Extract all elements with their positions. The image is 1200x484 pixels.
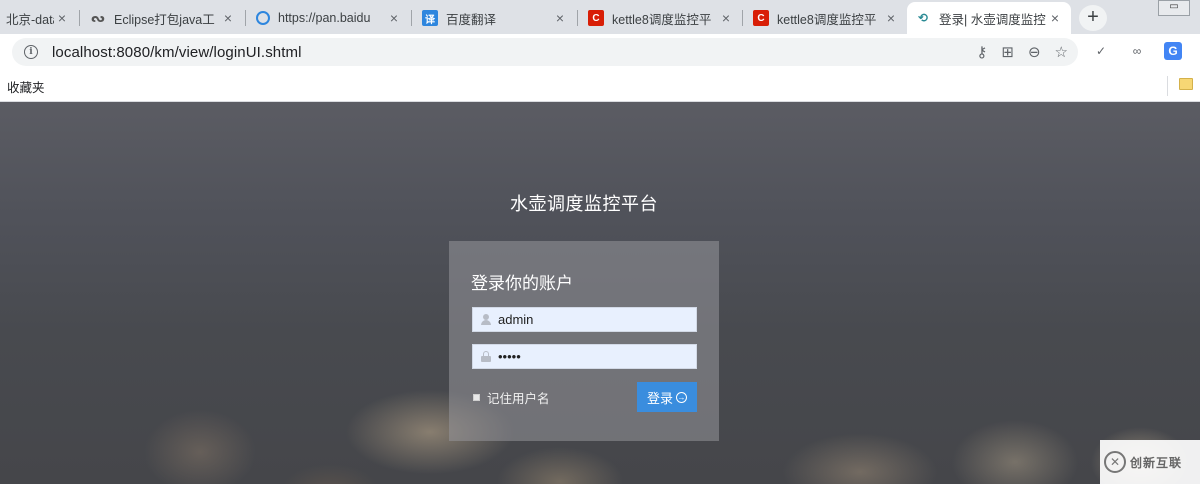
tab-4[interactable]: 译 百度翻译 × (414, 2, 576, 34)
tab-title: kettle8调度监控平 (777, 12, 877, 27)
close-icon[interactable]: × (552, 10, 568, 26)
remember-checkbox[interactable] (473, 394, 480, 401)
page-title: 水壶调度监控平台 (510, 194, 658, 214)
url-text[interactable]: localhost:8080/km/view/loginUI.shtml (52, 44, 302, 61)
browser-toolbar: i localhost:8080/km/view/loginUI.shtml ⚷… (0, 34, 1200, 70)
close-icon[interactable]: × (1047, 10, 1063, 26)
close-icon[interactable]: × (54, 10, 70, 26)
star-icon[interactable]: ☆ (1055, 43, 1068, 61)
tab-6[interactable]: C kettle8调度监控平 × (745, 2, 907, 34)
zoom-out-icon[interactable]: ⊖ (1028, 43, 1041, 61)
login-button-label: 登录 (646, 390, 673, 406)
remember-username[interactable]: 记住用户名 (473, 388, 550, 407)
tab-2[interactable]: ᔓ Eclipse打包java工 × (82, 2, 244, 34)
watermark-logo: ✕ (1104, 451, 1126, 473)
tab-title: https://pan.baidu (278, 11, 371, 25)
tab-title: 北京-data (6, 12, 54, 27)
watermark-text: 创新互联 (1130, 455, 1183, 470)
login-panel: 登录你的账户 记住用户名 登录 → (449, 241, 719, 441)
folder-icon[interactable] (1179, 78, 1193, 90)
info-icon[interactable]: i (24, 45, 38, 59)
minimize-icon[interactable]: ▭ (1158, 0, 1190, 16)
password-field[interactable] (472, 344, 697, 369)
user-icon (481, 314, 491, 325)
password-input[interactable] (498, 349, 688, 364)
tab-active[interactable]: ⟲ 登录| 水壶调度监控 × (907, 2, 1071, 34)
tab-title: 百度翻译 (446, 12, 497, 27)
translate-page-icon[interactable]: ⊞ (1001, 43, 1014, 61)
bookmarks-favorites[interactable]: 收藏夹 (7, 77, 45, 96)
tab-title: kettle8调度监控平 (612, 12, 712, 27)
watermark: ✕ 创新互联 (1100, 440, 1200, 484)
baidu-pan-icon (256, 11, 270, 25)
lock-icon (481, 351, 491, 362)
close-icon[interactable]: × (220, 10, 236, 26)
extension-check-icon[interactable]: ✓ (1092, 42, 1110, 60)
close-icon[interactable]: × (386, 10, 402, 26)
close-icon[interactable]: × (718, 10, 734, 26)
key-icon[interactable]: ⚷ (976, 43, 987, 61)
tab-title: 登录| 水壶调度监控 (939, 12, 1046, 27)
login-icon: ⟲ (917, 11, 929, 25)
username-input[interactable] (498, 312, 688, 327)
eclipse-icon: ᔓ (91, 11, 105, 25)
translate-icon: 译 (422, 10, 438, 26)
login-page: 水壶调度监控平台 登录你的账户 记住用户名 登录 → (0, 102, 1200, 484)
tab-title: Eclipse打包java工 (114, 12, 215, 27)
bookmarks-bar: 收藏夹 (0, 70, 1200, 102)
csdn-icon: C (588, 10, 604, 26)
close-icon[interactable]: × (883, 10, 899, 26)
arrow-right-circle-icon: → (676, 391, 687, 403)
login-button[interactable]: 登录 → (637, 382, 697, 412)
csdn-icon: C (753, 10, 769, 26)
browser-tabstrip: 北京-data × ᔓ Eclipse打包java工 × https://pan… (0, 0, 1200, 34)
tab-3[interactable]: https://pan.baidu × (248, 2, 410, 34)
tab-1[interactable]: 北京-data × (0, 2, 78, 34)
extension-infinity-icon[interactable]: ∞ (1128, 42, 1146, 60)
new-tab-button[interactable]: + (1079, 5, 1107, 31)
login-heading: 登录你的账户 (471, 274, 573, 293)
address-bar[interactable]: i localhost:8080/km/view/loginUI.shtml ⚷… (12, 38, 1078, 66)
remember-label: 记住用户名 (487, 392, 550, 406)
tab-5[interactable]: C kettle8调度监控平 × (580, 2, 742, 34)
username-field[interactable] (472, 307, 697, 332)
google-translate-icon[interactable]: G (1164, 42, 1182, 60)
